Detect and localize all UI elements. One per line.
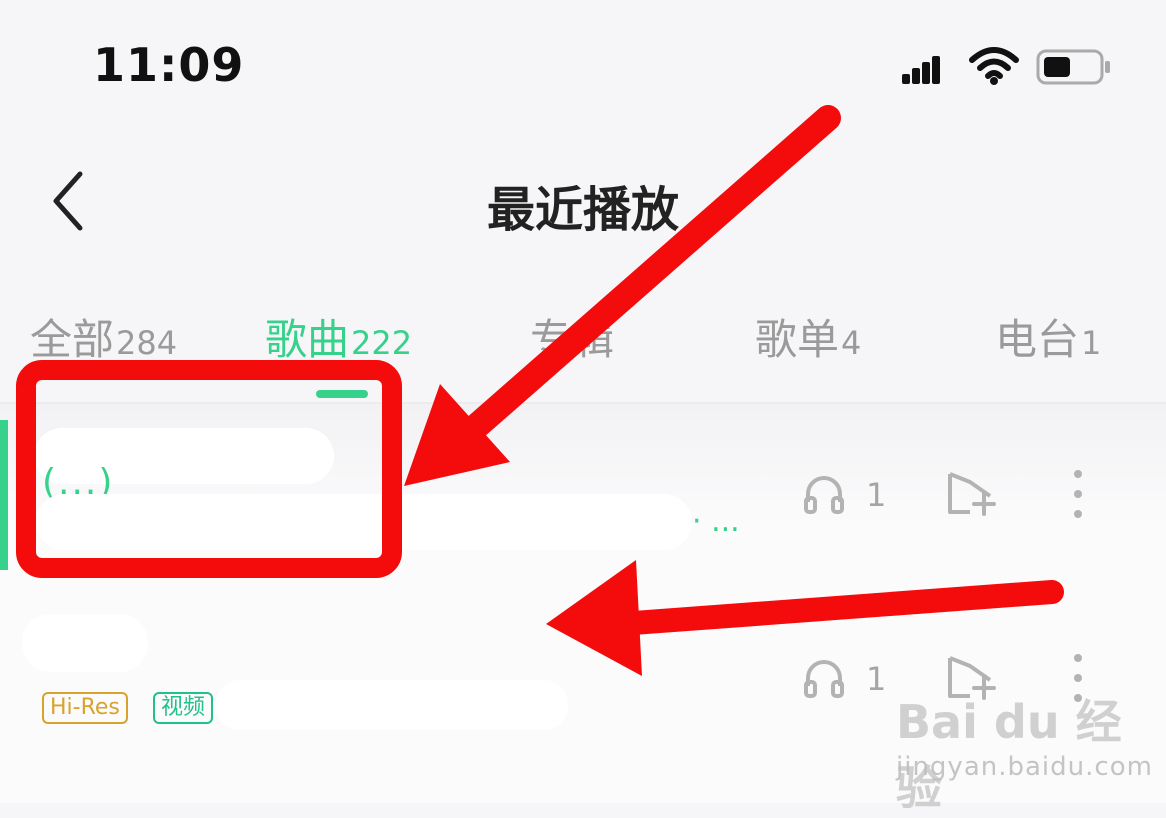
watermark-url: jingyan.baidu.com	[896, 752, 1153, 782]
annotation-arrows	[404, 105, 1064, 676]
annotation-arrow-diagonal	[404, 105, 841, 486]
annotation-arrow-horizontal	[546, 560, 1064, 676]
